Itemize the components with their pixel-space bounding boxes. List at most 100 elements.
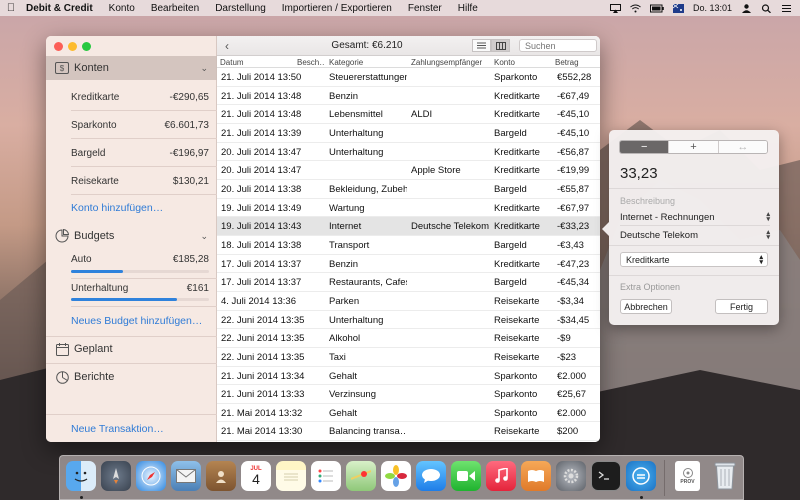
sidebar-section-accounts[interactable]: $ Konten ⌄ [46,56,217,80]
table-row[interactable]: 20. Juli 2014 13:47 Apple Store Kreditkart… [217,161,600,180]
table-row[interactable]: 20. Juli 2014 13:47 Unterhaltung Kreditkar… [217,143,600,162]
calendar-app-icon[interactable]: JUL 4 [241,461,271,491]
table-row[interactable]: 21. Mai 2014 13:30 Balancing transa… Reise… [217,422,600,442]
finder-icon[interactable] [66,461,96,491]
table-row[interactable]: 21. Juni 2014 13:34 Gehalt Sparkonto €2.000 [217,367,600,386]
amount-field[interactable]: 33,23 [620,165,658,182]
menu-darstellung[interactable]: Darstellung [207,3,274,14]
contacts-icon[interactable] [206,461,236,491]
battery-icon[interactable] [649,4,664,13]
photos-icon[interactable] [381,461,411,491]
terminal-icon[interactable] [591,461,621,491]
wifi-icon[interactable] [630,4,641,13]
new-transaction-link[interactable]: Neue Transaktion… [71,423,164,435]
payee-selector[interactable]: Deutsche Telekom ▴ ▾ [620,229,770,241]
airplay-icon[interactable] [609,3,621,13]
sidebar-section-budgets[interactable]: Budgets ⌄ [46,224,217,248]
extra-options-toggle[interactable]: Extra Optionen [620,282,680,292]
menu-konto[interactable]: Konto [101,3,143,14]
messages-icon[interactable] [416,461,446,491]
flag-icon[interactable] [672,3,684,13]
list-view-button[interactable] [472,39,491,52]
user-icon[interactable] [741,3,752,13]
sidebar-item-account[interactable]: Reisekarte $130,21 [71,172,209,190]
add-budget-link[interactable]: Neues Budget hinzufügen… [71,315,202,327]
sidebar-section-scheduled[interactable]: Geplant [46,337,217,361]
cell-account: Bargeld [494,277,527,289]
table-row[interactable]: 21. Juli 2014 13:50 Steuererstattungen Spa… [217,68,600,87]
minimize-window-button[interactable] [68,42,77,51]
income-segment[interactable]: + [669,141,719,153]
sidebar-section-label: Geplant [74,343,113,355]
safari-icon[interactable] [136,461,166,491]
chevron-down-icon[interactable]: ⌄ [200,63,208,74]
clock[interactable]: Do. 13:01 [693,3,732,13]
trash-icon[interactable] [710,461,740,491]
cell-date: 18. Juli 2014 13:38 [221,239,302,251]
chevron-down-icon[interactable]: ⌄ [200,231,208,242]
table-row[interactable]: 17. Juli 2014 13:37 Restaurants, Cafes Bar… [217,273,600,292]
cancel-button[interactable]: Abbrechen [620,299,672,314]
search-input[interactable] [519,39,597,52]
sidebar-section-reports[interactable]: Berichte [46,365,217,389]
system-preferences-icon[interactable] [556,461,586,491]
spotlight-icon[interactable] [761,3,772,13]
zoom-window-button[interactable] [82,42,91,51]
sidebar-item-account[interactable]: Bargeld -€196,97 [71,144,209,162]
menu-hilfe[interactable]: Hilfe [450,3,486,14]
add-account-link[interactable]: Konto hinzufügen… [71,202,163,214]
preview-document-icon[interactable]: PROV [675,461,700,491]
description-field[interactable]: Beschreibung [620,196,675,206]
sidebar-item-budget[interactable]: Auto €185,28 [71,250,209,268]
ibooks-icon[interactable] [521,461,551,491]
launchpad-icon[interactable] [101,461,131,491]
menu-bearbeiten[interactable]: Bearbeiten [143,3,207,14]
table-row[interactable]: 22. Juni 2014 13:35 Unterhaltung Reisekart… [217,311,600,330]
column-header-description[interactable]: Besch… [297,58,325,67]
menu-fenster[interactable]: Fenster [400,3,450,14]
column-header-category[interactable]: Kategorie [329,58,363,67]
menu-app[interactable]: Debit & Credit [22,3,101,14]
table-row[interactable]: 20. Juli 2014 13:38 Bekleidung, Zubehör Ba… [217,180,600,199]
facetime-icon[interactable] [451,461,481,491]
table-row[interactable]: 21. Juni 2014 13:33 Verzinsung Sparkonto €2… [217,385,600,404]
mail-icon[interactable] [171,461,201,491]
account-select[interactable]: Kreditkarte ▴ ▾ [620,252,768,267]
done-button[interactable]: Fertig [715,299,768,314]
menu-import-export[interactable]: Importieren / Exportieren [274,3,400,14]
notes-icon[interactable] [276,461,306,491]
debit-credit-app-icon[interactable] [626,461,656,491]
table-row[interactable]: 21. Juli 2014 13:39 Unterhaltung Bargeld -€… [217,124,600,143]
column-view-button[interactable] [491,39,510,52]
table-row[interactable]: 19. Juli 2014 13:43 Internet Deutsche Tele… [217,217,600,236]
table-row[interactable]: 21. Juli 2014 13:48 Lebensmittel ALDI Kredi… [217,105,600,124]
table-row[interactable]: 4. Juli 2014 13:36 Parken Reisekarte -$3,34 [217,292,600,311]
sidebar-item-budget[interactable]: Unterhaltung €161 [71,279,209,297]
column-header-amount[interactable]: Betrag [555,58,579,67]
category-selector[interactable]: Internet - Rechnungen ▴ ▾ [620,211,770,223]
transfer-segment[interactable]: ↔ [718,141,767,153]
reminders-icon[interactable] [311,461,341,491]
expense-segment[interactable]: − [620,141,670,153]
notification-center-icon[interactable] [781,4,792,13]
table-row[interactable]: 21. Juli 2014 13:48 Benzin Kreditkarte -€67… [217,87,600,106]
table-row[interactable]: 17. Juli 2014 13:37 Benzin Kreditkarte -€47… [217,255,600,274]
table-row[interactable]: 19. Juli 2014 13:49 Wartung Kreditkarte -€6… [217,199,600,218]
cell-account: Reisekarte [494,333,540,345]
table-row[interactable]: 22. Juni 2014 13:35 Alkohol Reisekarte -$9 [217,329,600,348]
sidebar-item-account[interactable]: Sparkonto €6.601,73 [71,116,209,134]
itunes-icon[interactable] [486,461,516,491]
column-header-account[interactable]: Konto [494,58,515,67]
transactions-pane: ‹ Gesamt: €6.210 Datum Besch… Kategorie … [217,36,600,442]
close-window-button[interactable] [54,42,63,51]
table-row[interactable]: 18. Juli 2014 13:38 Transport Bargeld -€3,4… [217,236,600,255]
column-header-date[interactable]: Datum [220,58,244,67]
apple-menu-icon[interactable]:  [0,2,22,14]
maps-icon[interactable] [346,461,376,491]
divider [609,245,779,246]
cell-date: 20. Juli 2014 13:47 [221,146,302,158]
table-row[interactable]: 21. Mai 2014 13:32 Gehalt Sparkonto €2.000 [217,404,600,423]
column-header-payee[interactable]: Zahlungsempfänger [411,58,482,67]
sidebar-item-account[interactable]: Kreditkarte -€290,65 [71,88,209,106]
table-row[interactable]: 22. Juni 2014 13:35 Taxi Reisekarte -$23 [217,348,600,367]
